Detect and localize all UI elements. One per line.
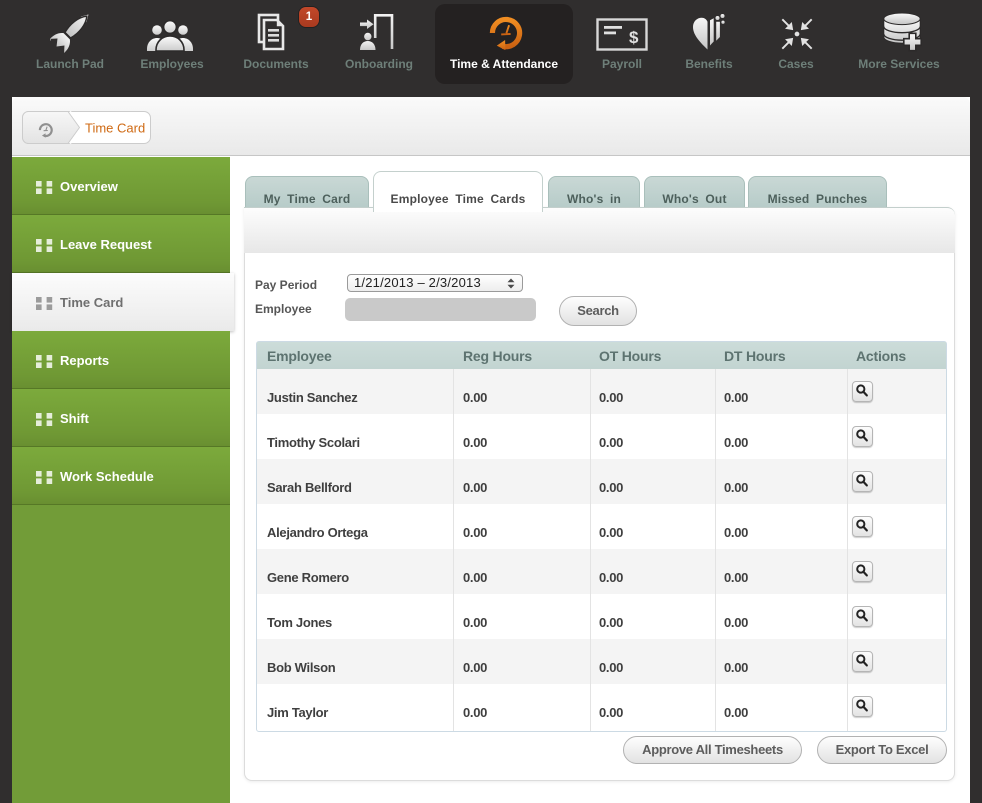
svg-text:Time Card: Time Card xyxy=(85,121,145,136)
svg-text:$: $ xyxy=(629,28,639,47)
